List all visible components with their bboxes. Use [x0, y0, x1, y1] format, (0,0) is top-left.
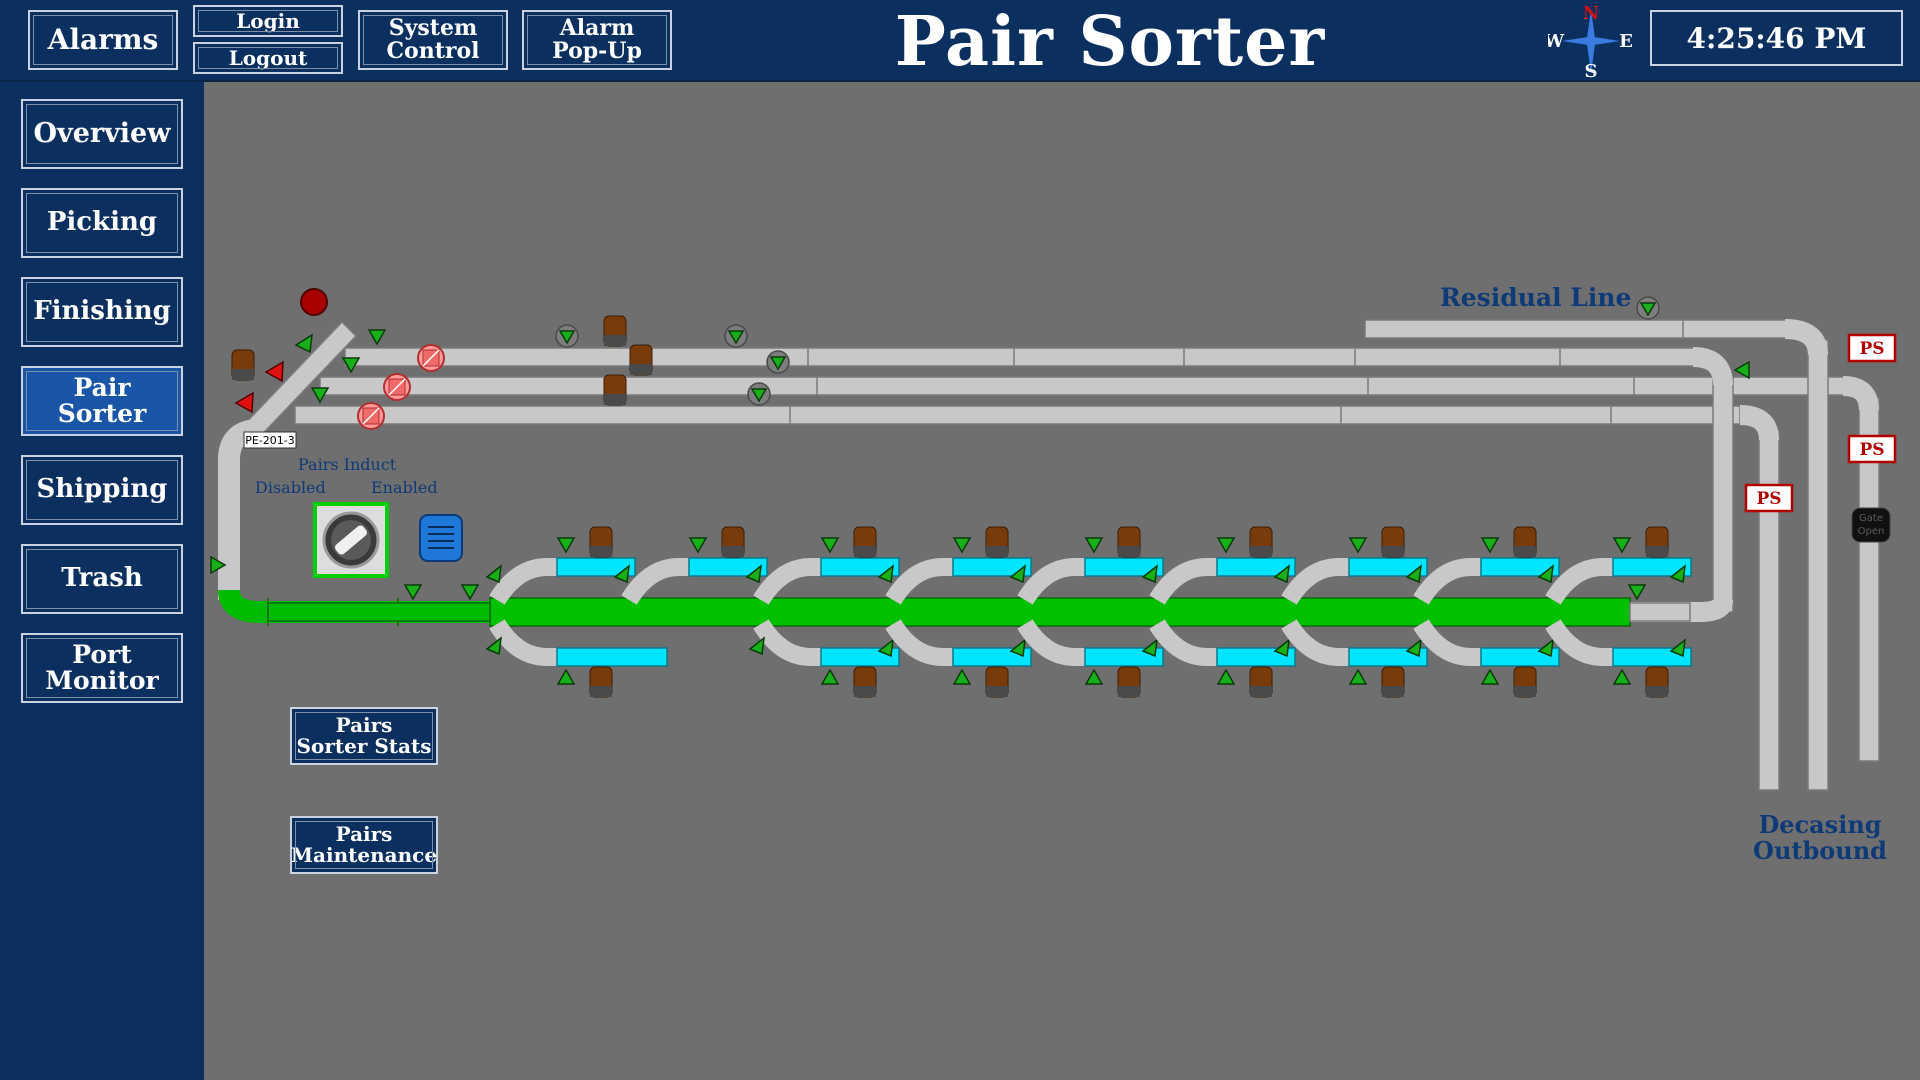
divert-bottom [1281, 619, 1349, 666]
direction-arrow-icon [557, 537, 575, 553]
direction-arrow-icon [368, 329, 386, 345]
divert-top [885, 558, 953, 605]
package-icon [853, 666, 877, 698]
sorter-diagram: PS PS PS Gate Open PE-201-3 [210, 288, 1897, 791]
upper-conveyors [294, 319, 1846, 425]
package-icon [603, 315, 627, 347]
photo-eye-icon [747, 382, 771, 406]
direction-arrow-icon [1613, 669, 1631, 685]
divert-bottom [1413, 619, 1481, 666]
package-icon [1645, 666, 1669, 698]
direction-arrow-icon [1217, 669, 1235, 685]
direction-arrow-icon [557, 669, 575, 685]
induct-disabled-label: Disabled [255, 478, 326, 497]
direction-arrow-icon [821, 537, 839, 553]
divert-top [1413, 558, 1481, 605]
direction-arrow-icon [1085, 669, 1103, 685]
photo-eye-icon [724, 324, 748, 348]
direction-arrow-icon [461, 584, 479, 600]
photo-eye-icon [1636, 296, 1660, 320]
divert-top [1281, 558, 1349, 605]
direction-arrow-icon [953, 669, 971, 685]
photo-eye-fault-icon[interactable] [417, 344, 445, 372]
divert-top [489, 558, 557, 605]
package-icon [629, 344, 653, 376]
photo-eye-fault-icon[interactable] [357, 402, 385, 430]
direction-arrow-icon [821, 669, 839, 685]
pairs-sorter-stats-button[interactable]: Pairs Sorter Stats [290, 707, 438, 765]
package-icon [589, 666, 613, 698]
fault-indicator-icon[interactable] [300, 288, 328, 316]
direction-arrow-icon [404, 584, 422, 600]
induct-title-label: Pairs Induct [298, 455, 397, 474]
direction-arrow-icon [1481, 537, 1499, 553]
fault-arrow-icon [234, 391, 254, 414]
residual-line-label: Residual Line [1440, 283, 1632, 312]
direction-arrow-icon [1481, 669, 1499, 685]
svg-text:PS: PS [1859, 440, 1884, 460]
divert-bottom [1017, 619, 1085, 666]
direction-arrow-icon [1628, 584, 1646, 600]
induct-enabled-label: Enabled [371, 478, 438, 497]
pairs-maintenance-button[interactable]: Pairs Maintenance [290, 816, 438, 874]
photo-eye-icon [555, 324, 579, 348]
divert-top [1149, 558, 1217, 605]
package-icon [1381, 526, 1405, 558]
photo-eye-tag[interactable]: PE-201-3 [243, 431, 297, 449]
package-icon [1513, 526, 1537, 558]
svg-text:PS: PS [1756, 489, 1781, 509]
package-icon [721, 526, 745, 558]
induct-status-icon [419, 514, 463, 562]
fault-arrow-icon [264, 360, 284, 383]
package-icon [603, 374, 627, 406]
chute-bottom [556, 647, 668, 667]
ps-box[interactable]: PS [1744, 483, 1794, 513]
divert-top [1545, 558, 1613, 605]
package-icon [985, 666, 1009, 698]
direction-arrow-icon [486, 637, 502, 655]
photo-eye-icon [766, 350, 790, 374]
direction-arrow-icon [1349, 537, 1367, 553]
package-icon [1645, 526, 1669, 558]
divert-bottom [885, 619, 953, 666]
package-icon [589, 526, 613, 558]
ps-box[interactable]: PS [1847, 333, 1897, 363]
svg-text:PS: PS [1859, 339, 1884, 359]
induct-selector-switch[interactable] [313, 502, 389, 578]
svg-text:Open: Open [1858, 526, 1885, 537]
ps-box[interactable]: PS [1847, 434, 1897, 464]
decasing-outbound-label: Decasing Outbound [1753, 810, 1887, 866]
direction-arrow-icon [1734, 361, 1750, 379]
induct-conveyor [267, 602, 491, 622]
package-icon [1381, 666, 1405, 698]
package-icon [1117, 526, 1141, 558]
direction-arrow-icon [1085, 537, 1103, 553]
direction-arrow-icon [1217, 537, 1235, 553]
svg-text:PE-201-3: PE-201-3 [245, 434, 295, 447]
package-icon [853, 526, 877, 558]
package-icon [231, 349, 255, 381]
photo-eye-fault-icon[interactable] [383, 373, 411, 401]
direction-arrow-icon [1349, 669, 1367, 685]
divert-top [621, 558, 689, 605]
package-icon [1513, 666, 1537, 698]
package-icon [1249, 526, 1273, 558]
divert-top [1017, 558, 1085, 605]
package-icon [1249, 666, 1273, 698]
divert-bottom [753, 619, 821, 666]
direction-arrow-icon [749, 637, 765, 655]
direction-arrow-icon [689, 537, 707, 553]
package-icon [985, 526, 1009, 558]
gate-open-indicator[interactable]: Gate Open [1851, 507, 1891, 543]
divert-bottom [1149, 619, 1217, 666]
direction-arrow-icon [486, 565, 502, 583]
package-icon [1117, 666, 1141, 698]
divert-bottom [489, 619, 557, 666]
divert-bottom [1545, 619, 1613, 666]
direction-arrow-icon [1613, 537, 1631, 553]
divert-top [753, 558, 821, 605]
direction-arrow-icon [294, 333, 313, 354]
direction-arrow-icon [953, 537, 971, 553]
svg-text:Gate: Gate [1859, 513, 1883, 524]
